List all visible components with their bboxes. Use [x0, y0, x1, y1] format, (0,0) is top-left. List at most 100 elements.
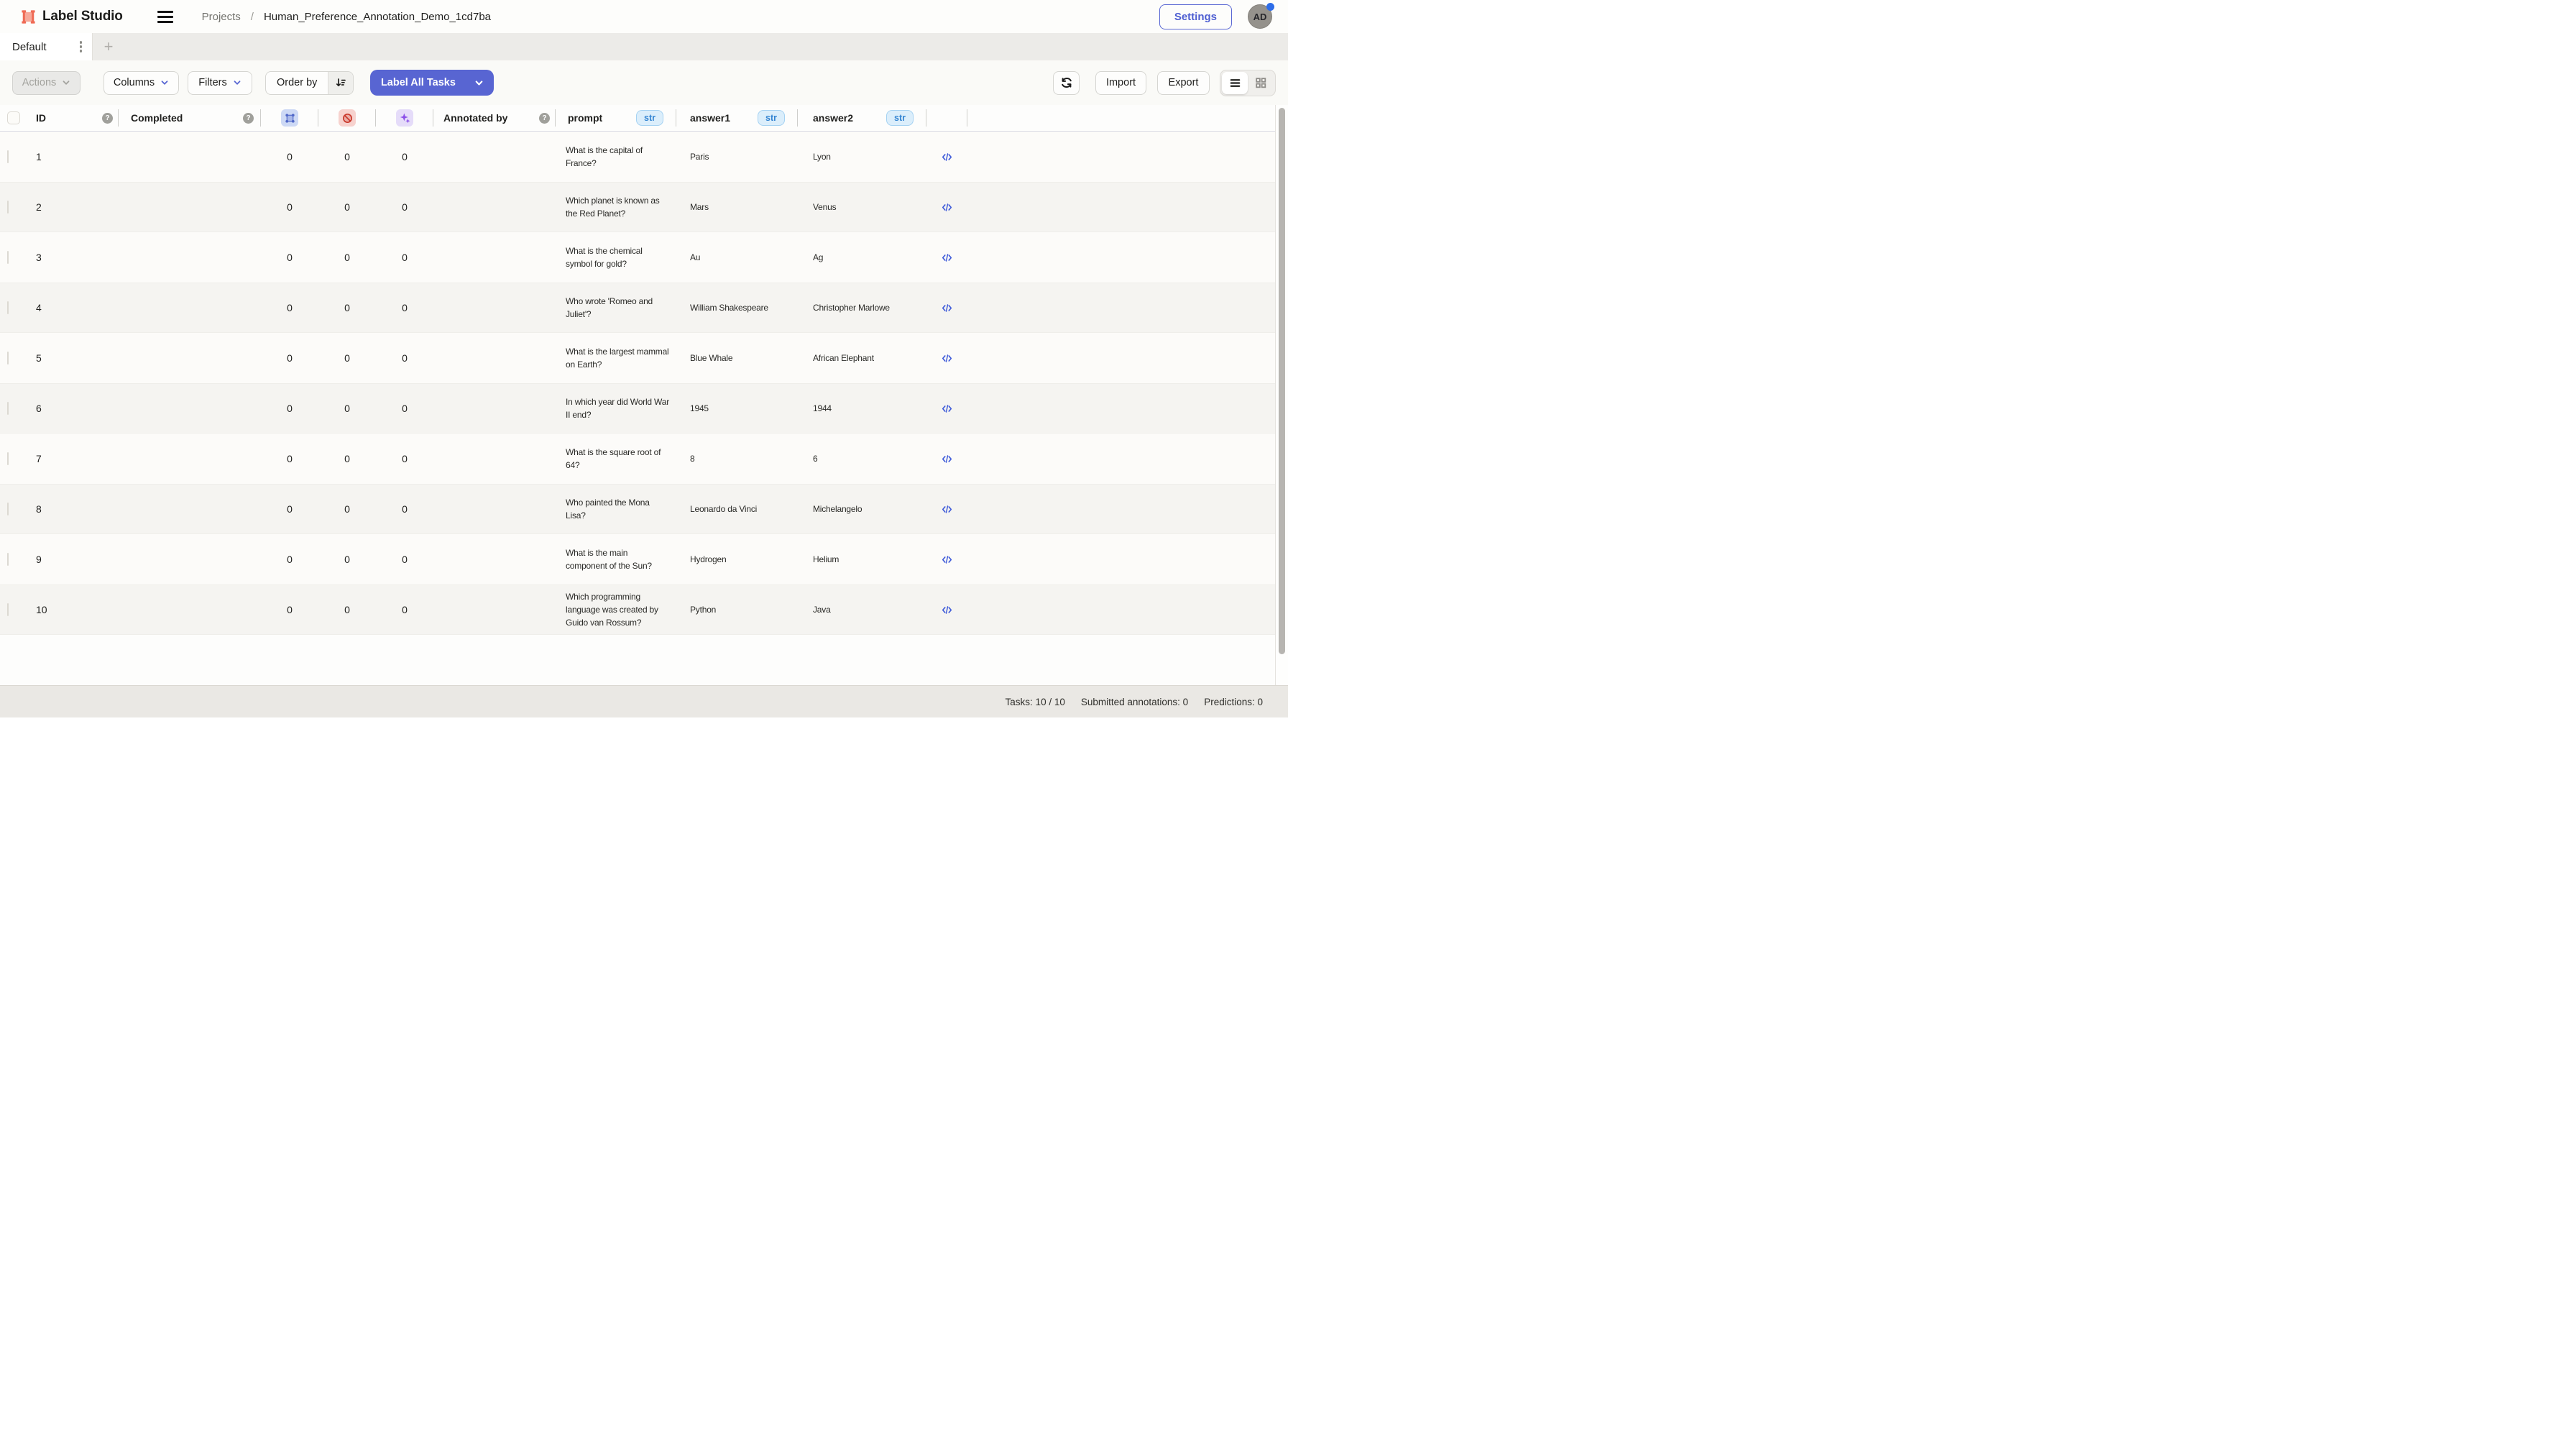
row-checkbox[interactable] [7, 150, 9, 163]
str-type-badge: str [636, 110, 663, 126]
header-cancelled-count[interactable] [318, 105, 376, 131]
prompt-cell: What is the main component of the Sun? [556, 546, 676, 572]
row-checkbox[interactable] [7, 503, 9, 515]
row-checkbox[interactable] [7, 402, 9, 415]
actions-dropdown-button[interactable]: Actions [12, 71, 80, 95]
view-source-button[interactable] [926, 453, 967, 465]
export-button[interactable]: Export [1157, 71, 1210, 95]
help-icon[interactable]: ? [102, 113, 113, 124]
brand-logo[interactable]: Label Studio [20, 9, 123, 25]
chevron-down-icon [160, 78, 169, 87]
header-annotated-by[interactable]: Annotated by ? [433, 105, 556, 131]
table-row[interactable]: 4 0 0 0 Who wrote 'Romeo and Juliet'? Wi… [0, 283, 1288, 333]
add-view-tab-button[interactable]: + [93, 33, 124, 60]
cancelled-count: 0 [318, 604, 376, 615]
code-icon [941, 352, 953, 365]
predictions-count: 0 [376, 352, 433, 364]
label-studio-logo-icon [20, 9, 37, 25]
view-source-button[interactable] [926, 503, 967, 515]
view-source-button[interactable] [926, 252, 967, 264]
sort-direction-icon[interactable] [328, 72, 353, 94]
header-id[interactable]: ID ? [29, 105, 119, 131]
view-source-button[interactable] [926, 554, 967, 566]
cancelled-count: 0 [318, 453, 376, 464]
tab-options-kebab-icon[interactable] [77, 38, 86, 55]
top-bar: Label Studio Projects / Human_Preference… [0, 0, 1288, 33]
order-by-control[interactable]: Order by [265, 71, 354, 95]
filters-dropdown-button[interactable]: Filters [188, 71, 252, 95]
header-annotated-by-label: Annotated by [443, 112, 507, 124]
export-label: Export [1169, 77, 1199, 88]
cancelled-count: 0 [318, 352, 376, 364]
answer2-cell: Christopher Marlowe [798, 301, 926, 314]
table-row[interactable]: 8 0 0 0 Who painted the Mona Lisa? Leona… [0, 484, 1288, 534]
view-source-button[interactable] [926, 151, 967, 163]
row-select [0, 151, 29, 162]
prompt-cell: What is the square root of 64? [556, 446, 676, 472]
row-checkbox[interactable] [7, 603, 9, 616]
header-annotations-count[interactable] [261, 105, 318, 131]
grid-view-button[interactable] [1248, 72, 1274, 94]
table-row[interactable]: 3 0 0 0 What is the chemical symbol for … [0, 232, 1288, 283]
header-completed[interactable]: Completed ? [119, 105, 261, 131]
help-icon[interactable]: ? [539, 113, 550, 124]
cancel-icon[interactable] [339, 109, 356, 127]
task-id: 5 [29, 352, 119, 364]
refresh-button[interactable] [1053, 71, 1080, 95]
row-select [0, 403, 29, 414]
row-checkbox[interactable] [7, 251, 9, 264]
answer1-cell: Leonardo da Vinci [676, 503, 798, 515]
view-source-button[interactable] [926, 604, 967, 616]
list-view-button[interactable] [1222, 72, 1248, 94]
header-prompt[interactable]: prompt str [556, 105, 676, 131]
columns-dropdown-button[interactable]: Columns [104, 71, 179, 95]
table-row[interactable]: 9 0 0 0 What is the main component of th… [0, 534, 1288, 584]
sparkles-icon[interactable] [396, 109, 413, 127]
tab-default[interactable]: Default [0, 33, 93, 60]
view-source-button[interactable] [926, 302, 967, 314]
hamburger-menu-icon[interactable] [157, 9, 175, 24]
answer2-cell: Ag [798, 251, 926, 264]
row-checkbox[interactable] [7, 452, 9, 465]
header-answer1[interactable]: answer1 str [676, 105, 798, 131]
import-button[interactable]: Import [1095, 71, 1146, 95]
table-row[interactable]: 6 0 0 0 In which year did World War II e… [0, 383, 1288, 434]
settings-button[interactable]: Settings [1159, 4, 1232, 29]
prompt-cell: In which year did World War II end? [556, 395, 676, 421]
code-icon [941, 252, 953, 264]
vertical-scrollbar[interactable] [1275, 105, 1288, 685]
row-checkbox[interactable] [7, 301, 9, 314]
answer1-cell: Blue Whale [676, 352, 798, 365]
task-id: 9 [29, 554, 119, 565]
scrollbar-thumb[interactable] [1279, 108, 1285, 654]
cancelled-count: 0 [318, 201, 376, 213]
cancelled-count: 0 [318, 252, 376, 263]
task-id: 2 [29, 201, 119, 213]
view-source-button[interactable] [926, 201, 967, 214]
select-all-checkbox[interactable] [7, 111, 20, 124]
table-row[interactable]: 5 0 0 0 What is the largest mammal on Ea… [0, 333, 1288, 383]
view-source-button[interactable] [926, 352, 967, 365]
user-avatar[interactable]: AD [1248, 4, 1272, 29]
label-all-tasks-button[interactable]: Label All Tasks [370, 70, 494, 96]
status-bar: Tasks: 10 / 10 Submitted annotations: 0 … [0, 685, 1288, 718]
row-checkbox[interactable] [7, 553, 9, 566]
table-row[interactable]: 1 0 0 0 What is the capital of France? P… [0, 132, 1288, 182]
predictions-count: 0 [376, 554, 433, 565]
row-checkbox[interactable] [7, 201, 9, 214]
breadcrumb: Projects / Human_Preference_Annotation_D… [202, 11, 491, 23]
row-checkbox[interactable] [7, 352, 9, 365]
table-row[interactable]: 2 0 0 0 Which planet is known as the Red… [0, 182, 1288, 232]
breadcrumb-projects-link[interactable]: Projects [202, 11, 241, 23]
task-id: 4 [29, 302, 119, 313]
bounding-box-icon[interactable] [281, 109, 298, 127]
annotations-count: 0 [261, 201, 318, 213]
cancelled-count: 0 [318, 302, 376, 313]
tasks-table: ID ? Completed ? [0, 105, 1288, 635]
header-answer2[interactable]: answer2 str [798, 105, 926, 131]
view-source-button[interactable] [926, 403, 967, 415]
header-predictions-count[interactable] [376, 105, 433, 131]
help-icon[interactable]: ? [243, 113, 254, 124]
table-row[interactable]: 10 0 0 0 Which programming language was … [0, 584, 1288, 635]
table-row[interactable]: 7 0 0 0 What is the square root of 64? 8… [0, 434, 1288, 484]
